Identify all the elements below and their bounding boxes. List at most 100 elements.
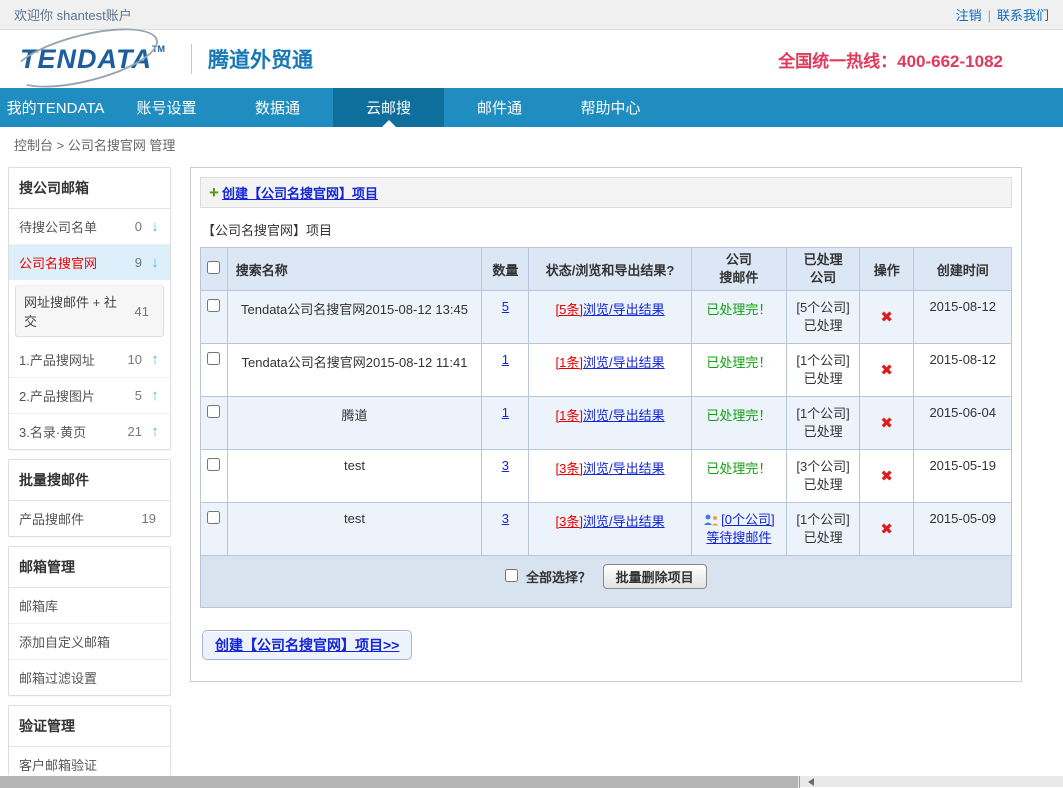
waiting-search-email-link[interactable]: 等待搜邮件: [706, 530, 771, 545]
email-status: 已处理完！: [706, 461, 771, 476]
status-badge: [3条]: [556, 514, 583, 529]
horizontal-scrollbar: [0, 775, 1063, 787]
sidebar-item-add-custom-mailbox[interactable]: 添加自定义邮箱: [9, 623, 170, 659]
arrow-up-icon: ↑: [148, 423, 162, 440]
created-date: 2015-08-12: [914, 344, 1012, 397]
nav-tab-data-service[interactable]: 数据通: [222, 88, 333, 127]
scrollbar-left-arrow-icon[interactable]: [808, 778, 814, 786]
table-footer-row: 全部选择？ 批量删除项目: [201, 556, 1012, 608]
delete-x-icon[interactable]: ✖: [880, 309, 893, 326]
nav-tab-mail-service[interactable]: 邮件通: [444, 88, 555, 127]
nav-tab-help-center[interactable]: 帮助中心: [555, 88, 666, 127]
header-created: 创建时间: [914, 248, 1012, 291]
row-checkbox[interactable]: [207, 511, 220, 524]
hotline-text: 全国统一热线：400-662-1082: [778, 47, 1003, 72]
sidebar-item-count: 41: [135, 304, 155, 319]
logout-link[interactable]: 注销: [956, 8, 982, 23]
sidebar-item-label: 添加自定义邮箱: [19, 632, 110, 651]
row-checkbox[interactable]: [207, 299, 220, 312]
delete-x-icon[interactable]: ✖: [880, 415, 893, 432]
header-action: 操作: [860, 248, 914, 291]
sidebar-item-label: 2.产品搜图片: [19, 386, 95, 405]
scrollbar-divider: [799, 776, 800, 788]
header-status: 状态/浏览和导出结果?: [529, 248, 691, 291]
email-status: 已处理完！: [706, 355, 771, 370]
nav-tab-account-settings[interactable]: 账号设置: [111, 88, 222, 127]
main-nav: 我的TENDATA 账号设置 数据通 云邮搜 邮件通 帮助中心: [0, 88, 1063, 127]
sidebar-item-company-name-search[interactable]: 公司名搜官网 9 ↓: [9, 244, 170, 280]
nav-tab-my-tendata[interactable]: 我的TENDATA: [0, 88, 111, 127]
nav-tab-label: 邮件通: [477, 97, 522, 118]
sidebar-item-directory-yellow-pages[interactable]: 3.名录·黄页 21 ↑: [9, 413, 170, 449]
sidebar-item-url-search-social[interactable]: 网址搜邮件 + 社交 41: [15, 285, 164, 337]
delete-x-icon[interactable]: ✖: [880, 468, 893, 485]
create-button-wrap: 创建【公司名搜官网】项目>>: [202, 630, 1012, 660]
browse-export-link[interactable]: 浏览/导出结果: [583, 514, 665, 529]
tendata-logo: TENDATA TM: [20, 42, 165, 76]
topbar-links: 注销 | 联系我们: [956, 5, 1049, 24]
sidebar-item-count: 21: [128, 424, 148, 439]
processed-label: 已处理: [792, 529, 854, 547]
zero-company-link[interactable]: [0个公司]: [721, 512, 774, 527]
contact-us-link[interactable]: 联系我们: [997, 8, 1049, 23]
delete-x-icon[interactable]: ✖: [880, 362, 893, 379]
arrow-up-icon: ↑: [148, 351, 162, 368]
header-line: 搜邮件: [696, 269, 782, 287]
count-link[interactable]: 3: [502, 511, 509, 526]
count-link[interactable]: 1: [502, 405, 509, 420]
count-link[interactable]: 3: [502, 458, 509, 473]
created-date: 2015-06-04: [914, 397, 1012, 450]
nav-tab-label: 数据通: [255, 97, 300, 118]
browse-export-link[interactable]: 浏览/导出结果: [583, 355, 665, 370]
processed-count: [1个公司]: [792, 352, 854, 370]
sidebar: 搜公司邮箱 待搜公司名单 0 ↓ 公司名搜官网 9 ↓ 网址搜邮件 + 社交 4…: [8, 167, 171, 788]
browse-export-link[interactable]: 浏览/导出结果: [583, 408, 665, 423]
sidebar-item-label: 客户邮箱验证: [19, 755, 97, 774]
nav-tab-cloud-mail-search[interactable]: 云邮搜: [333, 88, 444, 127]
status-badge: [3条]: [556, 461, 583, 476]
main-panel: + 创建【公司名搜官网】项目 【公司名搜官网】项目 搜索名称 数量 状态/浏览和…: [190, 167, 1022, 682]
row-checkbox[interactable]: [207, 458, 220, 471]
sidebar-item-count: 0: [135, 219, 148, 234]
sidebar-item-count: 19: [142, 511, 162, 526]
sidebar-item-mailbox-library[interactable]: 邮箱库: [9, 588, 170, 623]
sidebar-item-pending-company-list[interactable]: 待搜公司名单 0 ↓: [9, 209, 170, 244]
sidebar-item-product-search-image[interactable]: 2.产品搜图片 5 ↑: [9, 377, 170, 413]
sidebar-item-product-search-url[interactable]: 1.产品搜网址 10 ↑: [9, 342, 170, 377]
count-link[interactable]: 5: [502, 299, 509, 314]
created-date: 2015-05-19: [914, 450, 1012, 503]
sidebar-section-title: 批量搜邮件: [9, 460, 170, 501]
sidebar-item-product-email-search[interactable]: 产品搜邮件 19: [9, 501, 170, 536]
project-name: Tendata公司名搜官网2015-08-12 11:41: [227, 344, 482, 397]
browse-export-link[interactable]: 浏览/导出结果: [583, 302, 665, 317]
count-link[interactable]: 1: [502, 352, 509, 367]
arrow-down-icon: ↓: [148, 254, 162, 271]
header-processed-company: 已处理公司: [787, 248, 860, 291]
header-search-name: 搜索名称: [227, 248, 482, 291]
project-name: Tendata公司名搜官网2015-08-12 13:45: [227, 291, 482, 344]
sidebar-item-label: 待搜公司名单: [19, 217, 97, 236]
project-name: test: [227, 503, 482, 556]
batch-delete-button[interactable]: 批量删除项目: [603, 564, 707, 589]
nav-tab-label: 帮助中心: [580, 97, 640, 118]
scrollbar-thumb[interactable]: [0, 776, 798, 788]
create-project-link[interactable]: 创建【公司名搜官网】项目: [222, 183, 378, 202]
select-all-checkbox[interactable]: [505, 569, 518, 582]
select-all-header-checkbox[interactable]: [207, 261, 220, 274]
browse-export-link[interactable]: 浏览/导出结果: [583, 461, 665, 476]
row-checkbox[interactable]: [207, 352, 220, 365]
status-badge: [1条]: [556, 355, 583, 370]
sidebar-section-verification-management: 验证管理 客户邮箱验证: [8, 705, 171, 783]
row-checkbox[interactable]: [207, 405, 220, 418]
topbar-divider: |: [988, 8, 991, 23]
sidebar-section-company-email-search: 搜公司邮箱 待搜公司名单 0 ↓ 公司名搜官网 9 ↓ 网址搜邮件 + 社交 4…: [8, 167, 171, 450]
delete-x-icon[interactable]: ✖: [880, 521, 893, 538]
project-name: 腾道: [227, 397, 482, 450]
created-date: 2015-08-12: [914, 291, 1012, 344]
select-all-label: 全部选择？: [526, 570, 591, 585]
sidebar-item-mailbox-filter-settings[interactable]: 邮箱过滤设置: [9, 659, 170, 695]
created-date: 2015-05-09: [914, 503, 1012, 556]
create-project-button[interactable]: 创建【公司名搜官网】项目>>: [202, 630, 412, 660]
header-line: 公司: [791, 269, 855, 287]
email-status: 已处理完！: [706, 408, 771, 423]
